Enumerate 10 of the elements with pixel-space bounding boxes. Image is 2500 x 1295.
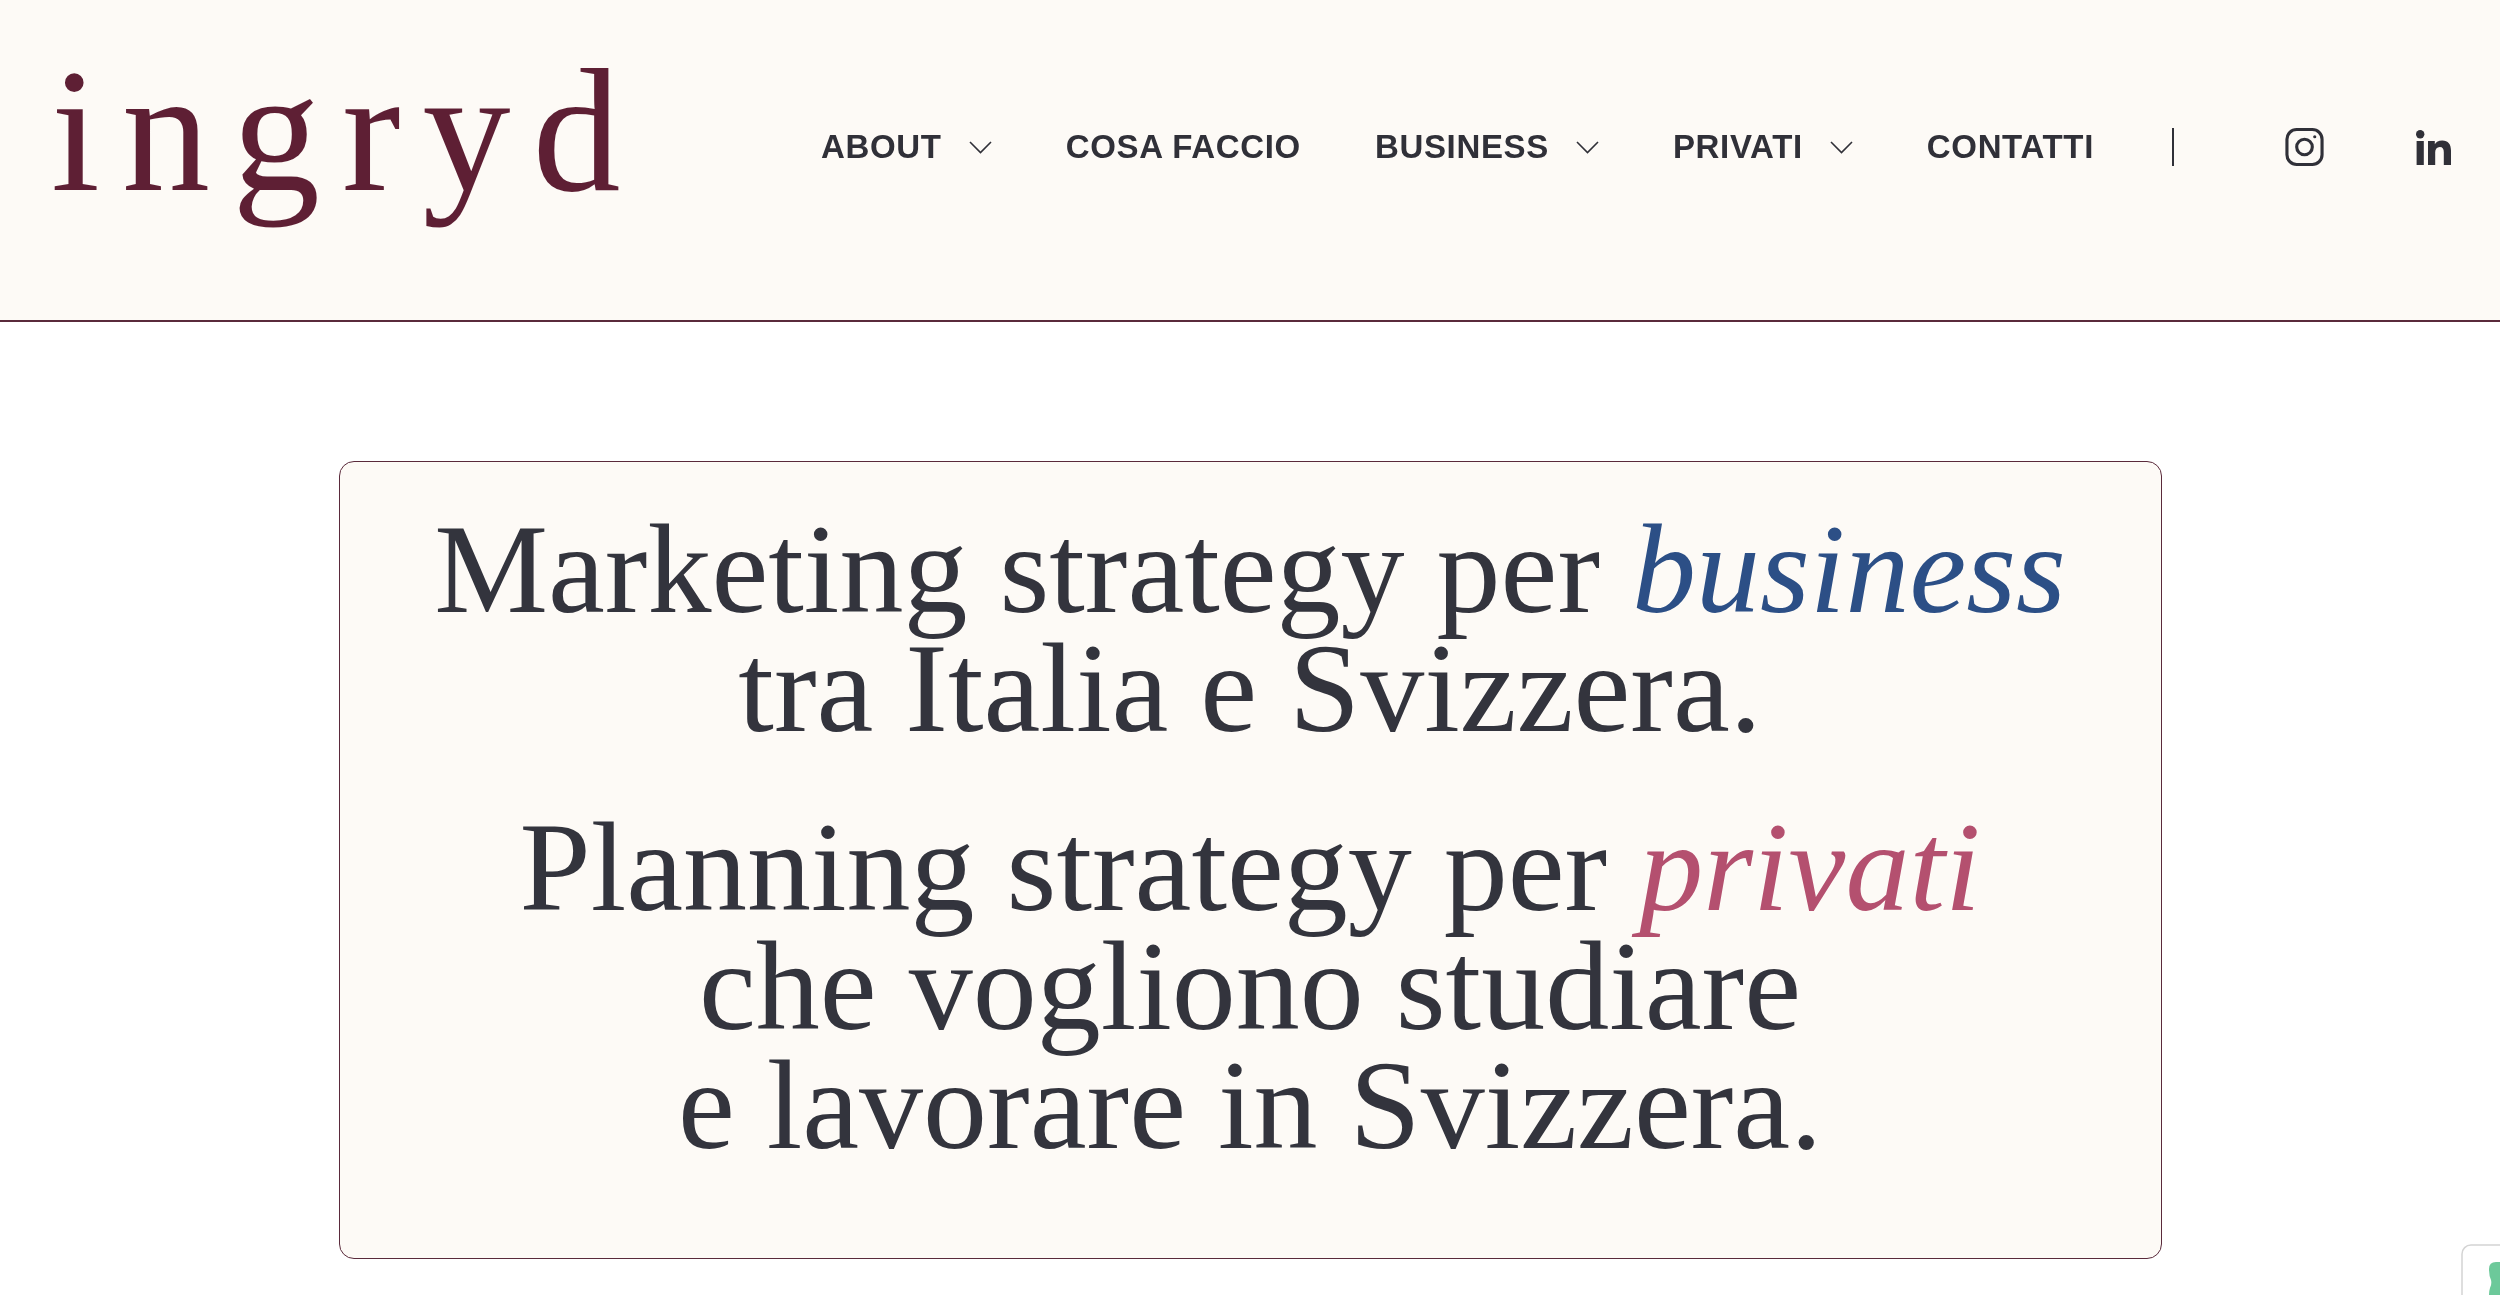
headline: Planning strategy per privati che vogliono studiare e lavorare in Svizzera.	[519, 808, 1981, 1165]
nav-link[interactable]: PRIVATI	[1672, 127, 1853, 167]
instagram-icon[interactable]	[2285, 127, 2324, 167]
logo[interactable]: ingryd	[51, 29, 643, 233]
nav-link[interactable]: ABOUT	[821, 127, 992, 167]
linkedin-icon[interactable]	[2416, 129, 2451, 165]
nav-link[interactable]: BUSINESS	[1374, 127, 1599, 167]
nav-link[interactable]: COSA FACCIO	[1065, 127, 1301, 167]
headline: Marketing strategy per business tra Italia e Svizzera.	[434, 510, 2066, 748]
nav-link[interactable]: CONTATTI	[1926, 127, 2094, 167]
